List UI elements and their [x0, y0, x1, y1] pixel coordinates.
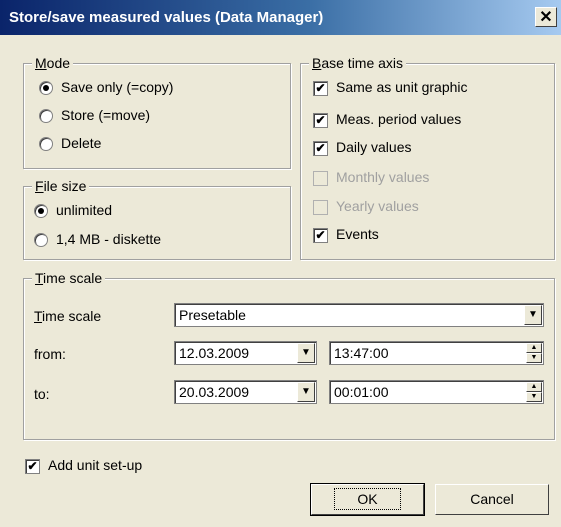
- radio-selected-icon[interactable]: [34, 204, 48, 219]
- check-events[interactable]: ✔ Events: [313, 226, 379, 243]
- time-scale-legend: Time scale: [32, 270, 106, 286]
- check-meas-period-values[interactable]: ✔ Meas. period values: [313, 111, 461, 128]
- spin-down-icon[interactable]: ▼: [526, 353, 542, 363]
- from-label: from:: [34, 346, 66, 362]
- mode-legend: Mode: [32, 55, 74, 71]
- checkbox-checked-icon[interactable]: ✔: [313, 80, 328, 96]
- close-icon: ✕: [539, 9, 553, 26]
- radio-icon[interactable]: [34, 233, 48, 248]
- spin-down-icon[interactable]: ▼: [526, 392, 542, 402]
- to-label: to:: [34, 386, 50, 402]
- mode-option-store[interactable]: Store (=move): [39, 107, 150, 124]
- file-size-option-unlimited[interactable]: unlimited: [34, 202, 112, 219]
- chevron-down-icon[interactable]: ▼: [297, 382, 315, 402]
- time-scale-select[interactable]: Presetable ▼: [174, 303, 544, 327]
- mode-option-delete[interactable]: Delete: [39, 135, 101, 152]
- file-size-legend: File size: [32, 178, 90, 194]
- ok-button[interactable]: OK: [310, 483, 425, 516]
- checkbox-checked-icon[interactable]: ✔: [25, 458, 40, 474]
- spin-buttons[interactable]: ▲ ▼: [526, 382, 542, 402]
- close-button[interactable]: ✕: [535, 7, 557, 27]
- base-time-axis-legend: Base time axis: [309, 55, 407, 71]
- base-time-axis-group: Base time axis ✔ Same as unit graphic ✔ Me…: [300, 55, 555, 260]
- window-title: Store/save measured values (Data Manager…: [9, 9, 324, 26]
- file-size-group: File size unlimited 1,4 MB - diskette: [23, 178, 291, 260]
- from-date-picker[interactable]: 12.03.2009 ▼: [174, 341, 317, 365]
- check-daily-values[interactable]: ✔ Daily values: [313, 139, 411, 156]
- to-time-field[interactable]: 00:01:00 ▲ ▼: [329, 380, 544, 404]
- mode-group: Mode Save only (=copy) Store (=move) Del…: [23, 55, 291, 169]
- from-time-field[interactable]: 13:47:00 ▲ ▼: [329, 341, 544, 365]
- check-monthly-values: Monthly values: [313, 169, 429, 186]
- radio-selected-icon[interactable]: [39, 81, 53, 96]
- mode-option-save[interactable]: Save only (=copy): [39, 79, 173, 96]
- checkbox-disabled-icon: [313, 170, 328, 186]
- check-yearly-values: Yearly values: [313, 198, 419, 215]
- checkbox-checked-icon[interactable]: ✔: [313, 112, 328, 128]
- time-scale-label: Time scale: [34, 308, 102, 324]
- file-size-option-diskette[interactable]: 1,4 MB - diskette: [34, 231, 161, 248]
- chevron-down-icon[interactable]: ▼: [524, 305, 542, 325]
- checkbox-checked-icon[interactable]: ✔: [313, 227, 328, 243]
- radio-icon[interactable]: [39, 109, 53, 124]
- chevron-down-icon[interactable]: ▼: [297, 343, 315, 363]
- checkbox-checked-icon[interactable]: ✔: [313, 140, 328, 156]
- radio-icon[interactable]: [39, 137, 53, 152]
- spin-up-icon[interactable]: ▲: [526, 382, 542, 392]
- spin-up-icon[interactable]: ▲: [526, 343, 542, 353]
- title-bar: Store/save measured values (Data Manager…: [0, 0, 561, 35]
- checkbox-disabled-icon: [313, 199, 328, 215]
- check-add-unit-setup[interactable]: ✔ Add unit set-up: [25, 457, 142, 474]
- to-date-picker[interactable]: 20.03.2009 ▼: [174, 380, 317, 404]
- time-scale-group: Time scale Time scale Presetable ▼ from:…: [23, 270, 555, 440]
- cancel-button[interactable]: Cancel: [435, 484, 549, 515]
- check-same-as-unit-graphic[interactable]: ✔ Same as unit graphic: [313, 79, 468, 96]
- spin-buttons[interactable]: ▲ ▼: [526, 343, 542, 363]
